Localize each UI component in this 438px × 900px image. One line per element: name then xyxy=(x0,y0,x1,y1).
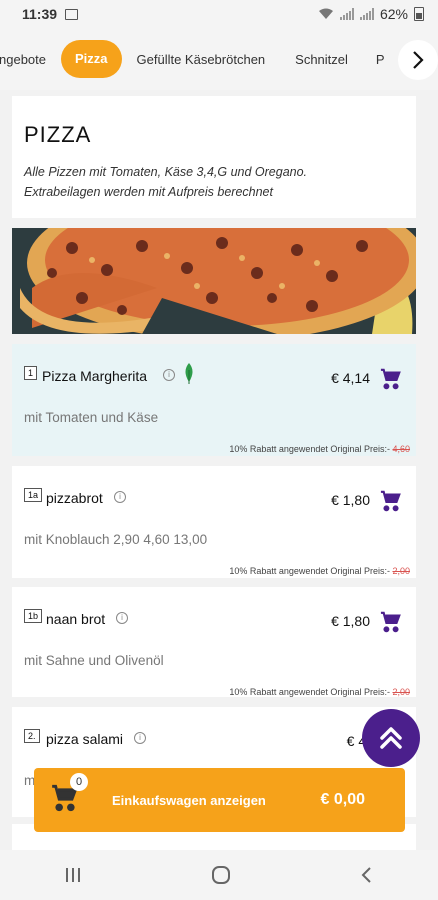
tab-angebote[interactable]: ngebote xyxy=(0,52,55,67)
status-icons: 62% xyxy=(318,6,424,22)
vegetarian-leaf-icon xyxy=(185,363,193,384)
battery-icon xyxy=(414,7,424,21)
menu-item-pizzabrot[interactable]: 1a pizzabrot i € 1,80 mit Knoblauch 2,90… xyxy=(12,466,416,578)
signal-icon xyxy=(339,8,354,20)
item-discount: 10% Rabatt angewendet Original Preis:- 2… xyxy=(229,566,410,576)
tab-gefuellte-kaesebroetchen[interactable]: Gefüllte Käsebrötchen xyxy=(128,52,275,67)
pizza-illustration xyxy=(12,228,416,334)
chevron-right-icon xyxy=(413,51,424,69)
menu-item-naan-brot[interactable]: 1b naan brot i € 1,80 mit Sahne und Oliv… xyxy=(12,587,416,697)
tabs-next-button[interactable] xyxy=(398,40,438,80)
tab-partial[interactable]: P xyxy=(367,52,394,67)
cart-total: € 0,00 xyxy=(320,791,365,808)
home-icon[interactable] xyxy=(210,864,232,886)
image-notification-icon xyxy=(65,8,79,20)
tab-pizza[interactable]: Pizza xyxy=(61,40,122,78)
recent-apps-icon[interactable] xyxy=(63,866,83,884)
item-name: pizza salami xyxy=(46,731,124,747)
item-name: pizzabrot xyxy=(46,490,103,506)
original-price: 2,00 xyxy=(392,566,410,576)
system-nav-bar xyxy=(0,850,438,900)
item-name: naan brot xyxy=(46,611,106,627)
pizza-banner-image xyxy=(12,228,416,334)
info-icon[interactable]: i xyxy=(134,732,146,744)
section-header: PIZZA Alle Pizzen mit Tomaten, Käse 3,4,… xyxy=(12,96,416,218)
cart-label: Einkaufswagen anzeigen xyxy=(112,792,266,808)
original-price: 2,00 xyxy=(392,687,410,697)
scroll-to-top-button[interactable] xyxy=(362,709,420,767)
item-number: 2. xyxy=(24,729,40,743)
discount-text: 10% Rabatt angewendet Original Preis:- xyxy=(229,566,390,576)
status-bar: 11:39 62% xyxy=(0,0,438,28)
item-price: € 4,14 xyxy=(331,370,370,386)
wifi-icon xyxy=(318,8,333,19)
status-time: 11:39 xyxy=(22,6,58,22)
section-title: PIZZA xyxy=(24,122,92,147)
item-number: 1b xyxy=(24,609,43,623)
view-cart-button[interactable]: 0 Einkaufswagen anzeigen € 0,00 xyxy=(34,768,405,832)
info-icon[interactable]: i xyxy=(116,612,128,624)
info-icon[interactable]: i xyxy=(114,491,126,503)
double-chevron-up-icon xyxy=(380,727,402,749)
menu-item-pizza-margherita[interactable]: 1 Pizza Margherita i € 4,14 mit Tomaten … xyxy=(12,344,416,456)
back-icon[interactable] xyxy=(359,865,375,885)
menu-content: PIZZA Alle Pizzen mit Tomaten, Käse 3,4,… xyxy=(0,96,438,334)
item-number: 1 xyxy=(24,366,38,380)
item-description: mit Tomaten und Käse xyxy=(24,410,159,425)
item-price: € 1,80 xyxy=(331,613,370,629)
item-description: mit Sahne und Olivenöl xyxy=(24,653,164,668)
battery-level: 62% xyxy=(379,6,408,22)
tab-schnitzel[interactable]: Schnitzel xyxy=(286,52,357,67)
discount-text: 10% Rabatt angewendet Original Preis:- xyxy=(229,444,390,454)
cart-count-badge: 0 xyxy=(70,773,88,791)
item-discount: 10% Rabatt angewendet Original Preis:- 4… xyxy=(229,444,410,454)
original-price: 4,60 xyxy=(392,444,410,454)
category-tabs: ngebote Pizza Gefüllte Käsebrötchen Schn… xyxy=(0,28,438,90)
section-description-line2: Extrabeilagen werden mit Aufpreis berech… xyxy=(24,185,273,199)
info-icon[interactable]: i xyxy=(163,369,175,381)
signal-icon-2 xyxy=(359,8,374,20)
add-to-cart-icon[interactable] xyxy=(380,368,402,390)
item-price: € 1,80 xyxy=(331,492,370,508)
item-name: Pizza Margherita xyxy=(42,368,148,384)
item-description: mit Knoblauch 2,90 4,60 13,00 xyxy=(24,532,208,547)
section-description-line1: Alle Pizzen mit Tomaten, Käse 3,4,G und … xyxy=(24,165,308,179)
add-to-cart-icon[interactable] xyxy=(380,490,402,512)
item-discount: 10% Rabatt angewendet Original Preis:- 2… xyxy=(229,687,410,697)
add-to-cart-icon[interactable] xyxy=(380,611,402,633)
item-number: 1a xyxy=(24,488,43,502)
discount-text: 10% Rabatt angewendet Original Preis:- xyxy=(229,687,390,697)
